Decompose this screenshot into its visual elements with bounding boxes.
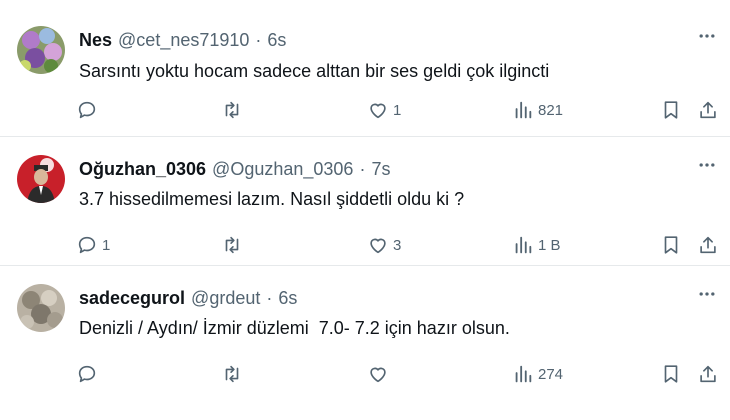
author-handle[interactable]: @cet_nes71910 [118, 30, 249, 51]
separator-dot: · [359, 159, 366, 179]
bookmark-button[interactable] [660, 233, 682, 257]
like-button[interactable]: 1 [367, 98, 401, 122]
tweet-item[interactable]: Oğuzhan_0306 @Oguzhan_0306 · 7s 3.7 hiss… [0, 137, 730, 266]
tweet-actions: 1 821 [0, 98, 730, 122]
like-button[interactable] [367, 362, 393, 386]
tweet-actions: 274 [0, 362, 730, 386]
tweet-header: sadecegurol @grdeut · 6s [79, 288, 297, 309]
separator-dot: · [266, 288, 273, 308]
tweet-header: Nes @cet_nes71910 · 6s [79, 30, 286, 51]
views-button[interactable]: 1 B [512, 233, 561, 257]
tweet-actions: 1 3 1 B [0, 233, 730, 257]
reply-icon [78, 101, 96, 119]
bookmark-button[interactable] [660, 362, 682, 386]
tweet-feed: Nes @cet_nes71910 · 6s Sarsıntı yoktu ho… [0, 0, 730, 420]
avatar[interactable] [17, 155, 65, 203]
like-icon [370, 367, 386, 383]
tweet-time[interactable]: 6s [267, 30, 286, 51]
views-count: 1 B [538, 236, 561, 254]
tweet-text: Denizli / Aydın/ İzmir düzlemi 7.0- 7.2 … [79, 318, 510, 338]
views-count: 821 [538, 101, 564, 119]
retweet-icon [225, 365, 239, 383]
views-button[interactable]: 274 [512, 362, 563, 386]
tweet-text: 3.7 hissedilmemesi lazım. Nasıl şiddetli… [79, 189, 465, 209]
like-count: 3 [393, 236, 402, 254]
tweet-header: Oğuzhan_0306 @Oguzhan_0306 · 7s [79, 159, 390, 180]
tweet-time[interactable]: 6s [278, 288, 297, 309]
tweet-item[interactable]: Nes @cet_nes71910 · 6s Sarsıntı yoktu ho… [0, 0, 730, 137]
avatar[interactable] [17, 26, 65, 74]
views-icon [515, 101, 532, 119]
views-count: 274 [538, 365, 564, 383]
more-icon[interactable] [697, 284, 717, 304]
views-button[interactable]: 821 [512, 98, 563, 122]
like-button[interactable]: 3 [367, 233, 401, 257]
share-icon [700, 365, 716, 383]
tweet-time[interactable]: 7s [371, 159, 390, 180]
reply-count: 1 [102, 236, 111, 254]
author-name[interactable]: sadecegurol [79, 288, 185, 309]
retweet-button[interactable] [221, 233, 247, 257]
author-name[interactable]: Oğuzhan_0306 [79, 159, 206, 180]
share-button[interactable] [697, 233, 719, 257]
views-icon [515, 365, 532, 383]
like-icon [370, 238, 386, 254]
share-icon [700, 101, 716, 119]
reply-button[interactable] [76, 362, 102, 386]
retweet-button[interactable] [221, 362, 247, 386]
retweet-icon [225, 236, 239, 254]
views-icon [515, 236, 532, 254]
like-count: 1 [393, 101, 402, 119]
avatar[interactable] [17, 284, 65, 332]
share-button[interactable] [697, 362, 719, 386]
like-icon [370, 103, 386, 119]
more-icon[interactable] [697, 26, 717, 46]
author-handle[interactable]: @grdeut [191, 288, 260, 309]
reply-icon [78, 236, 96, 254]
bookmark-icon [664, 236, 678, 254]
share-button[interactable] [697, 98, 719, 122]
reply-button[interactable] [76, 98, 102, 122]
share-icon [700, 236, 716, 254]
bookmark-icon [664, 365, 678, 383]
reply-button[interactable]: 1 [76, 233, 110, 257]
tweet-text: Sarsıntı yoktu hocam sadece alttan bir s… [79, 61, 550, 81]
bookmark-button[interactable] [660, 98, 682, 122]
separator-dot: · [255, 30, 262, 50]
author-handle[interactable]: @Oguzhan_0306 [212, 159, 353, 180]
retweet-icon [225, 101, 239, 119]
tweet-item[interactable]: sadecegurol @grdeut · 6s Denizli / Aydın… [0, 266, 730, 420]
reply-icon [78, 365, 96, 383]
more-icon[interactable] [697, 155, 717, 175]
bookmark-icon [664, 101, 678, 119]
author-name[interactable]: Nes [79, 30, 112, 51]
retweet-button[interactable] [221, 98, 247, 122]
